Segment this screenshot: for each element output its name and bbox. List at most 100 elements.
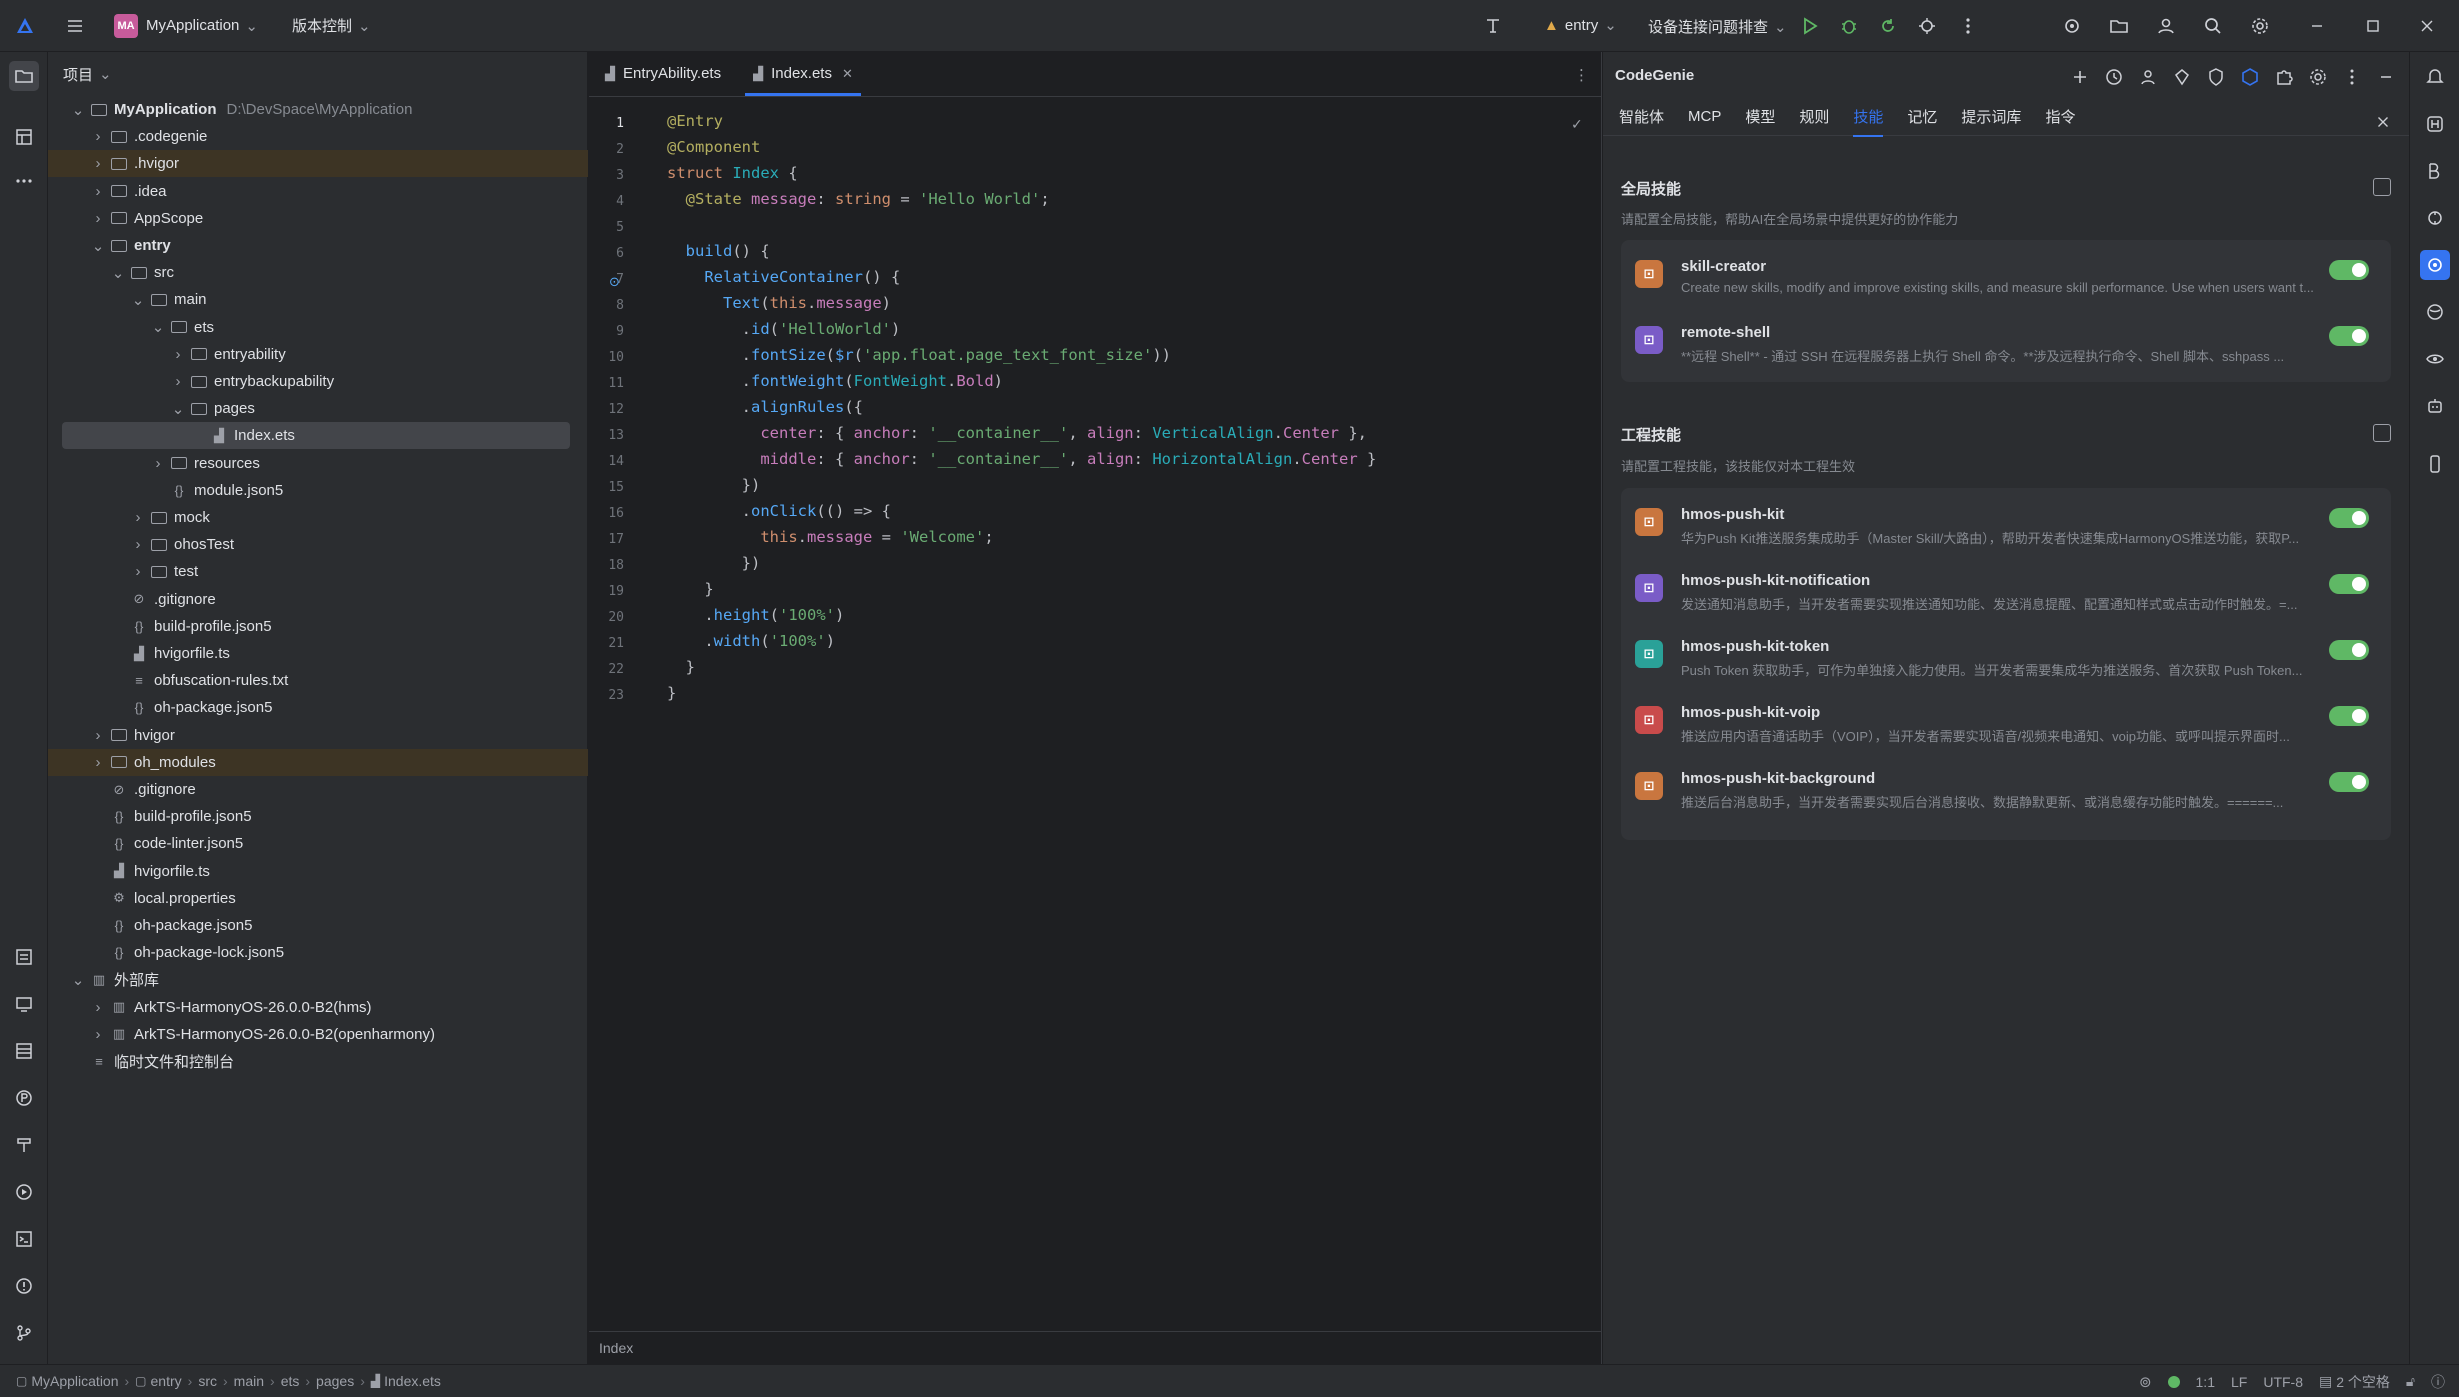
breadcrumb-item[interactable]: src bbox=[198, 1373, 217, 1389]
tree-item[interactable]: › .codegenie bbox=[48, 123, 588, 150]
device-select[interactable]: 设备连接问题排查 ⌄ bbox=[1648, 16, 1787, 37]
tree-item[interactable]: ⌄ MyApplication D:\DevSpace\MyApplication bbox=[48, 96, 588, 123]
codegenie-tab[interactable]: 规则 bbox=[1799, 98, 1829, 136]
codegenie-tab[interactable]: MCP bbox=[1688, 98, 1721, 136]
chevron-down-icon[interactable]: ⌄ bbox=[170, 401, 186, 418]
log-icon[interactable] bbox=[9, 1036, 39, 1066]
rerun-icon[interactable] bbox=[1873, 11, 1903, 41]
tree-item[interactable]: ▟ hvigorfile.ts bbox=[48, 640, 588, 667]
tree-item[interactable]: › ▥ ArkTS-HarmonyOS-26.0.0-B2(hms) bbox=[48, 994, 588, 1021]
more-vertical-icon[interactable] bbox=[1953, 11, 1983, 41]
chevron-down-icon[interactable]: ⌄ bbox=[150, 319, 166, 336]
harmony-h-icon[interactable] bbox=[2420, 109, 2450, 139]
skill-enable-toggle[interactable] bbox=[2329, 706, 2369, 726]
chevron-right-icon[interactable]: › bbox=[130, 563, 146, 580]
cube-icon[interactable] bbox=[2235, 62, 2265, 92]
chevron-right-icon[interactable]: › bbox=[90, 155, 106, 172]
terminal-icon[interactable] bbox=[9, 1224, 39, 1254]
codegenie-tab[interactable]: 提示词库 bbox=[1961, 98, 2021, 136]
status-dot-icon[interactable] bbox=[2167, 1375, 2180, 1388]
build-hammer-icon[interactable] bbox=[9, 1130, 39, 1160]
profiler-icon[interactable] bbox=[1912, 11, 1942, 41]
tree-item[interactable]: ▟ hvigorfile.ts bbox=[48, 858, 588, 885]
tree-item[interactable]: › .hvigor bbox=[48, 150, 588, 178]
git-branch-icon[interactable] bbox=[9, 1318, 39, 1348]
chevron-down-icon[interactable]: ⌄ bbox=[70, 102, 86, 119]
copilot-status-icon[interactable]: ⊚ bbox=[2139, 1373, 2152, 1391]
breadcrumb-item[interactable]: ets bbox=[281, 1373, 300, 1389]
info-icon[interactable]: ⓘ bbox=[2431, 1372, 2445, 1392]
breadcrumb-item[interactable]: main bbox=[234, 1373, 264, 1389]
tree-item[interactable]: {} build-profile.json5 bbox=[48, 803, 588, 830]
tab-index[interactable]: ▟ Index.ets ✕ bbox=[737, 51, 869, 96]
tree-item[interactable]: › test bbox=[48, 558, 588, 585]
lock-icon[interactable]: 🔓︎ bbox=[2406, 1373, 2415, 1390]
chevron-right-icon[interactable]: › bbox=[90, 128, 106, 145]
skill-enable-toggle[interactable] bbox=[2329, 772, 2369, 792]
tree-item[interactable]: ⌄ src bbox=[48, 259, 588, 286]
profiler-p-icon[interactable] bbox=[9, 1083, 39, 1113]
chevron-right-icon[interactable]: › bbox=[90, 727, 106, 744]
skill-enable-toggle[interactable] bbox=[2329, 508, 2369, 528]
tree-item[interactable]: › AppScope bbox=[48, 205, 588, 232]
chevron-right-icon[interactable]: › bbox=[150, 455, 166, 472]
chevron-right-icon[interactable]: › bbox=[90, 183, 106, 200]
file-encoding[interactable]: UTF-8 bbox=[2263, 1374, 2303, 1390]
skill-item[interactable]: ⊡ hmos-push-kit-background 推送后台消息助手，当开发者需要… bbox=[1621, 758, 2391, 824]
emulator-icon[interactable] bbox=[2420, 297, 2450, 327]
tree-item[interactable]: ⌄ ▥ 外部库 bbox=[48, 966, 588, 993]
codegenie-tab[interactable]: 模型 bbox=[1745, 98, 1775, 136]
history-icon[interactable] bbox=[2099, 62, 2129, 92]
breadcrumb-item[interactable]: pages bbox=[316, 1373, 354, 1389]
codegenie-tab[interactable]: 技能 bbox=[1853, 98, 1884, 137]
tree-item[interactable]: › entrybackupability bbox=[48, 368, 588, 395]
codegenie-tab[interactable]: 指令 bbox=[2045, 98, 2075, 136]
add-icon[interactable] bbox=[2065, 62, 2095, 92]
tree-item[interactable]: {} oh-package.json5 bbox=[48, 694, 588, 721]
chevron-right-icon[interactable]: › bbox=[170, 373, 186, 390]
close-tab-icon[interactable]: ✕ bbox=[842, 66, 853, 82]
chevron-right-icon[interactable]: › bbox=[90, 210, 106, 227]
settings-gear-icon[interactable] bbox=[2245, 11, 2275, 41]
indent-setting[interactable]: ▤ 2 个空格 bbox=[2319, 1372, 2390, 1392]
tree-item[interactable]: › hvigor bbox=[48, 722, 588, 749]
inspection-ok-icon[interactable]: ✓ bbox=[1571, 116, 1583, 133]
skill-item[interactable]: ⊡ hmos-push-kit 华为Push Kit推送服务集成助手（Master … bbox=[1621, 494, 2391, 560]
tree-item[interactable]: ▟ Index.ets bbox=[62, 422, 570, 450]
tab-options-icon[interactable]: ⋮ bbox=[1574, 66, 1589, 84]
robot-icon[interactable] bbox=[2420, 391, 2450, 421]
skill-item[interactable]: ⊡ hmos-push-kit-voip 推送应用内语音通话助手（VOIP），当开发… bbox=[1621, 692, 2391, 758]
chevron-down-icon[interactable]: ⌄ bbox=[130, 292, 146, 309]
breadcrumb-item[interactable]: entry bbox=[151, 1373, 182, 1389]
tree-item[interactable]: {} build-profile.json5 bbox=[48, 613, 588, 640]
chevron-right-icon[interactable]: › bbox=[90, 1026, 106, 1043]
skill-enable-toggle[interactable] bbox=[2329, 640, 2369, 660]
cursor-position[interactable]: 1:1 bbox=[2196, 1374, 2215, 1390]
project-view-icon[interactable] bbox=[9, 61, 39, 91]
editor-breadcrumb[interactable]: Index bbox=[589, 1331, 1602, 1364]
chevron-down-icon[interactable]: ⌄ bbox=[110, 265, 126, 282]
main-menu-icon[interactable] bbox=[60, 11, 90, 41]
skill-enable-toggle[interactable] bbox=[2329, 260, 2369, 280]
shield-icon[interactable] bbox=[2201, 62, 2231, 92]
gem-icon[interactable] bbox=[2167, 62, 2197, 92]
tree-item[interactable]: › ohosTest bbox=[48, 531, 588, 558]
minimize-panel-icon[interactable] bbox=[2371, 62, 2401, 92]
build-tool-icon[interactable] bbox=[1478, 11, 1508, 41]
user-icon[interactable] bbox=[2133, 62, 2163, 92]
tree-item[interactable]: {} oh-package-lock.json5 bbox=[48, 939, 588, 966]
folder-sync-icon[interactable] bbox=[2104, 11, 2134, 41]
account-icon[interactable] bbox=[2151, 11, 2181, 41]
maximize-icon[interactable] bbox=[2358, 11, 2388, 41]
skill-item[interactable]: ⊡ hmos-push-kit-token Push Token 获取助手，可作为单… bbox=[1621, 626, 2391, 692]
chevron-right-icon[interactable]: › bbox=[90, 999, 106, 1016]
device-manager-icon[interactable] bbox=[9, 989, 39, 1019]
skill-item[interactable]: ⊡ skill-creator Create new skills, modify … bbox=[1621, 246, 2391, 312]
tree-item[interactable]: ⌄ pages bbox=[48, 395, 588, 422]
skill-enable-toggle[interactable] bbox=[2329, 326, 2369, 346]
minimize-icon[interactable] bbox=[2302, 11, 2332, 41]
chevron-right-icon[interactable]: › bbox=[170, 346, 186, 363]
todo-icon[interactable] bbox=[9, 942, 39, 972]
line-separator[interactable]: LF bbox=[2231, 1374, 2247, 1390]
tree-item[interactable]: {} module.json5 bbox=[48, 477, 588, 504]
